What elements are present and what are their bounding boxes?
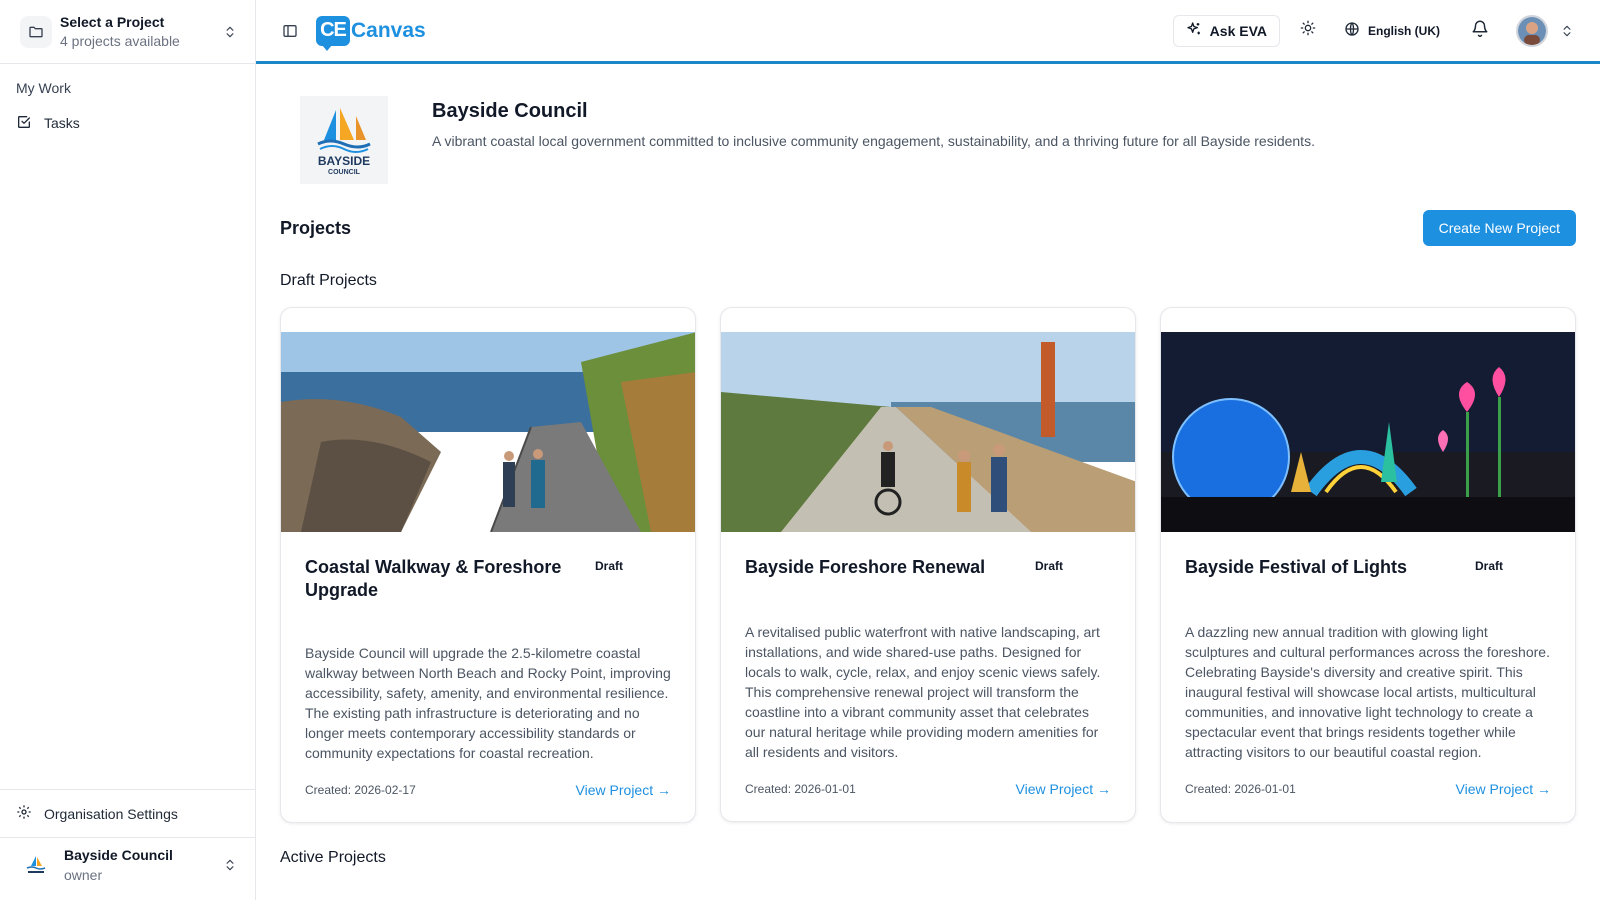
project-title: Bayside Festival of Lights: [1185, 557, 1408, 577]
org-logo-text: BAYSIDE: [318, 154, 370, 168]
project-image-coastal-walkway: [281, 332, 695, 532]
org-title: Bayside Council: [432, 100, 588, 122]
status-badge: Draft: [595, 559, 624, 573]
project-selector[interactable]: Select a Project 4 projects available: [0, 0, 255, 64]
create-new-project-button[interactable]: Create New Project: [1422, 210, 1576, 246]
project-title: Bayside Foreshore Renewal: [745, 557, 986, 577]
sun-icon: [1300, 20, 1316, 41]
org-name: Bayside Council: [64, 847, 173, 863]
sidebar-footer: Organisation Settings Bayside Council ow…: [0, 789, 255, 900]
project-image-festival-of-lights: [1161, 332, 1575, 532]
sidebar-item-tasks[interactable]: Tasks: [16, 108, 239, 138]
theme-toggle-button[interactable]: [1292, 15, 1324, 47]
top-bar: CE Canvas Ask EVA English (UK): [256, 0, 1600, 64]
view-project-link[interactable]: View Project →: [1016, 781, 1111, 797]
ask-eva-button[interactable]: Ask EVA: [1172, 14, 1280, 47]
ask-eva-label: Ask EVA: [1209, 22, 1267, 39]
project-card[interactable]: Bayside Festival of Lights Draft A dazzl…: [1160, 307, 1576, 823]
avatar[interactable]: [1516, 14, 1548, 47]
projects-heading: Projects: [280, 217, 352, 238]
my-work-section: My Work Tasks: [0, 64, 255, 138]
view-project-link[interactable]: View Project →: [1456, 781, 1551, 797]
active-projects-heading: Active Projects: [280, 849, 386, 866]
project-description: Bayside Council will upgrade the 2.5-kil…: [305, 645, 671, 761]
project-card[interactable]: Bayside Foreshore Renewal Draft A revita…: [720, 307, 1136, 822]
language-selector[interactable]: English (UK): [1344, 21, 1440, 40]
organisation-switcher[interactable]: Bayside Council owner: [0, 838, 255, 900]
created-date: Created: 2026-01-01: [1185, 782, 1296, 796]
sidebar-toggle-button[interactable]: [276, 17, 304, 45]
project-title: Coastal Walkway & Foreshore Upgrade: [305, 557, 562, 600]
sparkles-icon: [1186, 21, 1210, 40]
draft-projects-heading: Draft Projects: [280, 272, 377, 289]
language-label: English (UK): [1368, 23, 1440, 38]
project-description: A revitalised public waterfront with nat…: [745, 624, 1101, 760]
org-logo: BAYSIDE COUNCIL: [300, 96, 388, 184]
status-badge: Draft: [1475, 559, 1504, 573]
chevrons-up-down-icon: [221, 856, 239, 874]
gear-icon: [16, 804, 44, 823]
check-square-icon: [16, 114, 44, 133]
sidebar: Select a Project 4 projects available My…: [0, 0, 256, 900]
status-badge: Draft: [1035, 559, 1064, 573]
organisation-settings-link[interactable]: Organisation Settings: [0, 790, 255, 838]
project-card[interactable]: Coastal Walkway & Foreshore Upgrade Draf…: [280, 307, 696, 823]
main-content: BAYSIDE COUNCIL Bayside Council A vibran…: [256, 67, 1600, 900]
org-hero: BAYSIDE COUNCIL Bayside Council A vibran…: [280, 67, 1576, 184]
folder-icon: [20, 15, 52, 48]
sidebar-item-label: Tasks: [44, 115, 80, 131]
brand-name: Canvas: [351, 18, 426, 42]
org-role: owner: [64, 867, 103, 883]
notifications-button[interactable]: [1464, 15, 1496, 47]
project-selector-subtitle: 4 projects available: [60, 33, 180, 49]
org-logo-subtext: COUNCIL: [328, 169, 361, 176]
view-project-link[interactable]: View Project →: [576, 782, 671, 798]
project-description: A dazzling new annual tradition with glo…: [1185, 624, 1550, 760]
brand-mark: CE: [316, 15, 350, 51]
project-selector-title: Select a Project: [60, 14, 165, 30]
organisation-settings-label: Organisation Settings: [44, 805, 178, 822]
org-description: A vibrant coastal local government commi…: [432, 133, 1315, 149]
my-work-heading: My Work: [16, 80, 71, 96]
chevrons-up-down-icon[interactable]: [1558, 22, 1576, 40]
globe-icon: [1344, 21, 1368, 40]
draft-projects-list: Coastal Walkway & Foreshore Upgrade Draf…: [280, 307, 1576, 823]
brand-logo[interactable]: CE Canvas: [316, 15, 426, 51]
created-date: Created: 2026-02-17: [305, 783, 416, 797]
project-image-foreshore-renewal: [721, 332, 1135, 532]
created-date: Created: 2026-01-01: [745, 782, 856, 796]
org-logo-small: [20, 849, 52, 881]
bell-icon: [1471, 19, 1489, 42]
chevrons-up-down-icon: [221, 23, 239, 41]
